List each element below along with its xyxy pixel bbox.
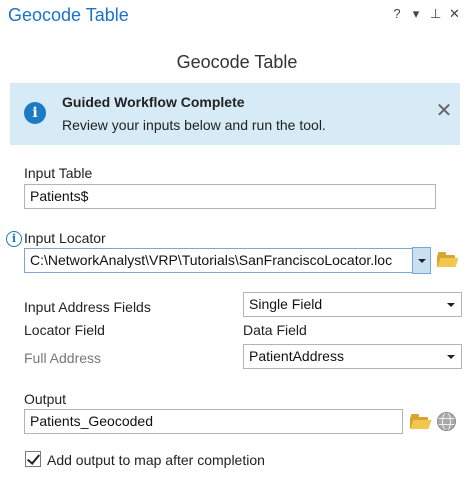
chevron-down-icon [447, 303, 455, 307]
input-locator-label: Input Locator [24, 230, 106, 246]
help-icon[interactable]: ? [392, 6, 402, 22]
close-pane-icon[interactable]: ✕ [449, 6, 460, 22]
full-address-label: Full Address [24, 350, 102, 366]
full-address-select[interactable]: PatientAddress [243, 344, 462, 369]
input-table-field[interactable]: Patients$ [24, 184, 436, 209]
pane-title: Geocode Table [8, 5, 129, 25]
pane-controls: ? ▾ ⊥ ✕ [392, 6, 460, 22]
guided-workflow-banner: i Guided Workflow Complete Review your i… [10, 83, 460, 145]
input-address-fields-label: Input Address Fields [24, 299, 151, 315]
pane-header: Geocode Table ? ▾ ⊥ ✕ [0, 0, 467, 34]
banner-text: Review your inputs below and run the too… [62, 117, 326, 133]
globe-icon[interactable] [437, 412, 456, 431]
pin-icon[interactable]: ⊥ [430, 6, 441, 22]
input-locator-combo[interactable]: C:\NetworkAnalyst\VRP\Tutorials\SanFranc… [24, 248, 413, 273]
address-fields-select[interactable]: Single Field [243, 292, 462, 317]
pane-menu-icon[interactable]: ▾ [411, 6, 421, 22]
input-locator-dropdown-button[interactable] [412, 247, 431, 274]
chevron-down-icon [447, 355, 455, 359]
full-address-value: PatientAddress [249, 348, 344, 364]
browse-output-folder-icon[interactable] [410, 414, 432, 430]
info-icon: i [24, 102, 46, 124]
parameter-info-icon[interactable]: i [6, 231, 22, 247]
add-to-map-checkbox[interactable] [25, 451, 41, 467]
banner-close-icon[interactable]: ✕ [434, 101, 454, 121]
browse-locator-folder-icon[interactable] [437, 252, 459, 268]
banner-title: Guided Workflow Complete [62, 94, 245, 110]
locator-field-header: Locator Field [24, 322, 105, 338]
data-field-header: Data Field [243, 322, 307, 338]
output-label: Output [24, 391, 67, 407]
tool-title: Geocode Table [176, 52, 298, 72]
add-to-map-label: Add output to map after completion [47, 452, 265, 468]
address-fields-value: Single Field [249, 296, 323, 312]
output-field[interactable]: Patients_Geocoded [24, 409, 403, 434]
input-table-label: Input Table [24, 165, 93, 181]
